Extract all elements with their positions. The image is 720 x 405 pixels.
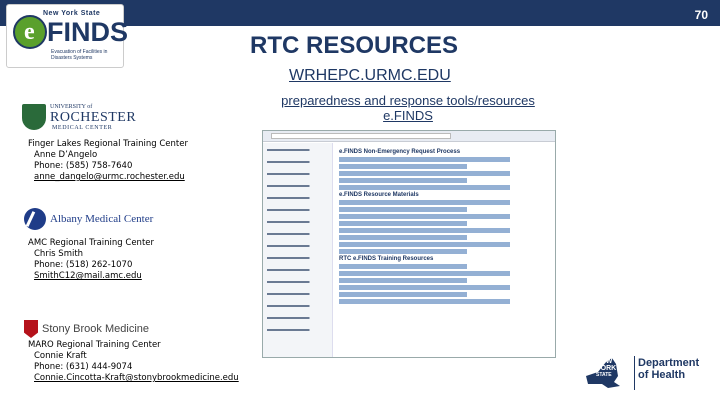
stony-brook-logo-text: Stony Brook Medicine <box>42 323 149 335</box>
page-title: RTC RESOURCES <box>250 32 459 59</box>
efinds-e-icon: e <box>13 15 47 49</box>
website-screenshot: e.FINDS Non-Emergency Request Process e.… <box>262 130 556 358</box>
contact-org: Finger Lakes Regional Training Center <box>28 139 188 149</box>
nys-logo-divider <box>634 356 635 390</box>
urmc-logo-line3: MEDICAL CENTER <box>52 125 113 131</box>
resources-link[interactable]: preparedness and response tools/resource… <box>258 93 558 123</box>
nys-logo-text: NEW YORK STATE <box>596 358 616 379</box>
screenshot-heading: e.FINDS Non-Emergency Request Process <box>339 149 461 155</box>
website-link[interactable]: WRHEPC.URMC.EDU <box>289 67 451 85</box>
nys-doh-logo: NEW YORK STATE Department of Health <box>584 352 712 398</box>
amc-logo-icon <box>24 208 46 230</box>
amc-logo: Albany Medical Center <box>24 208 153 232</box>
efinds-logo-word: FINDS <box>47 17 128 47</box>
contact-phone: Phone: (631) 444-9074 <box>34 362 133 372</box>
screenshot-heading: RTC e.FINDS Training Resources <box>339 256 434 262</box>
urmc-shield-icon <box>22 104 46 130</box>
contact-phone: Phone: (518) 262-1070 <box>34 260 133 270</box>
website-sidebar <box>263 143 333 357</box>
website-main: e.FINDS Non-Emergency Request Process e.… <box>339 147 553 306</box>
stony-brook-logo: Stony Brook Medicine <box>24 320 149 340</box>
browser-chrome <box>263 131 555 142</box>
contact-email-link[interactable]: anne_dangelo@urmc.rochester.edu <box>28 172 188 183</box>
contact-org: AMC Regional Training Center <box>28 238 155 248</box>
contact-block-finger-lakes: Finger Lakes Regional Training Center An… <box>28 139 188 183</box>
contact-block-amc: AMC Regional Training Center Chris Smith… <box>28 238 154 282</box>
contact-name: Connie Kraft <box>34 351 87 361</box>
amc-logo-text: Albany Medical Center <box>50 213 154 225</box>
nys-logo-line3: STATE <box>596 372 612 378</box>
screenshot-heading: e.FINDS Resource Materials <box>339 192 419 198</box>
contact-email-link[interactable]: Connie.Cincotta-Kraft@stonybrookmedicine… <box>28 373 239 384</box>
stony-brook-shield-icon <box>24 320 38 338</box>
contact-email-link[interactable]: SmithC12@mail.amc.edu <box>28 271 154 282</box>
efinds-logo: New York State e FINDS Evacuation of Fac… <box>6 4 128 68</box>
nys-logo-line1: NEW <box>596 358 613 365</box>
contact-phone: Phone: (585) 758-7640 <box>34 161 133 171</box>
efinds-logo-tagline: Evacuation of Facilities in Disasters Sy… <box>51 49 108 61</box>
contact-block-maro: MARO Regional Training Center Connie Kra… <box>28 340 239 384</box>
urmc-logo-line2: ROCHESTER <box>50 110 137 125</box>
contact-name: Anne D’Angelo <box>34 150 98 160</box>
efinds-logo-state: New York State <box>43 10 101 17</box>
contact-name: Chris Smith <box>34 249 84 259</box>
contact-org: MARO Regional Training Center <box>28 340 161 350</box>
address-bar <box>271 133 451 139</box>
nys-logo-dept: Department of Health <box>638 357 700 381</box>
urmc-logo: UNIVERSITY of ROCHESTER MEDICAL CENTER <box>22 104 137 132</box>
nys-logo-line2: YORK <box>596 365 617 372</box>
slide-number: 70 <box>694 8 708 22</box>
